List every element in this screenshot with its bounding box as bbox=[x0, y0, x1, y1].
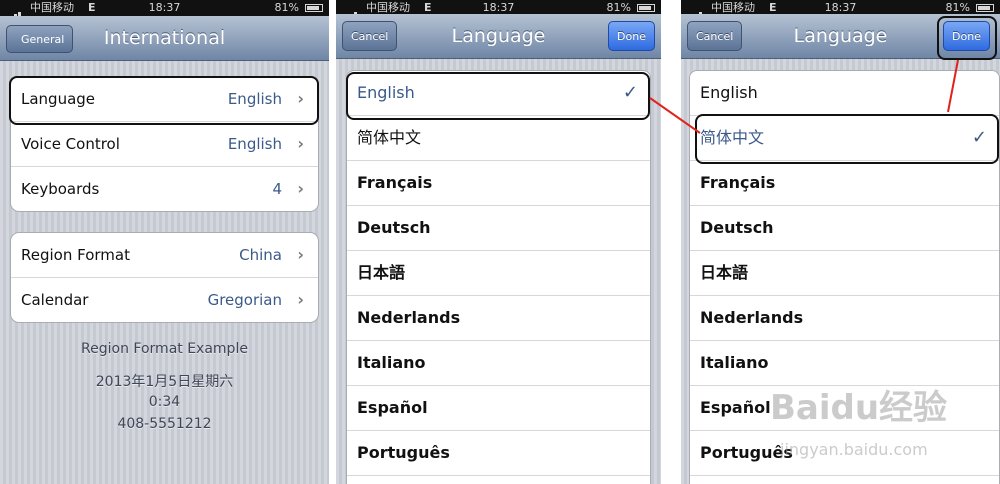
language-option-english[interactable]: English bbox=[690, 71, 999, 116]
international-screen: 中国移动 E 18:37 81% General International L… bbox=[0, 0, 329, 484]
page-title: International bbox=[103, 27, 226, 49]
annotation-highlight-box bbox=[937, 16, 997, 60]
language-label: Nederlands bbox=[700, 308, 804, 327]
language-option-japanese[interactable]: 日本語 bbox=[347, 251, 650, 296]
done-button[interactable]: Done bbox=[608, 21, 655, 51]
settings-row-region-format[interactable]: Region Format China › bbox=[11, 233, 318, 278]
language-option-french[interactable]: Français bbox=[690, 161, 999, 206]
region-example-date: 2013年1月5日星期六 bbox=[95, 374, 234, 390]
row-label: Voice Control bbox=[21, 135, 120, 153]
annotation-highlight-box bbox=[9, 76, 319, 125]
language-label: Français bbox=[357, 173, 433, 192]
annotation-highlight-box bbox=[695, 114, 999, 164]
language-option-french[interactable]: Français bbox=[347, 161, 650, 206]
row-value: 4 bbox=[272, 180, 282, 198]
language-label: Italiano bbox=[357, 353, 426, 372]
language-label: Nederlands bbox=[357, 308, 461, 327]
battery-percent: 81% bbox=[274, 1, 299, 14]
chevron-right-icon: › bbox=[297, 290, 304, 309]
annotation-highlight-box bbox=[346, 72, 650, 120]
chevron-right-icon: › bbox=[297, 179, 304, 198]
battery-icon bbox=[976, 4, 994, 12]
nav-bar: General International bbox=[0, 16, 329, 61]
settings-row-voice-control[interactable]: Voice Control English › bbox=[11, 122, 318, 167]
language-label: Português bbox=[357, 443, 450, 462]
language-label: English bbox=[700, 83, 758, 102]
chevron-right-icon: › bbox=[297, 134, 304, 153]
language-label: Deutsch bbox=[357, 218, 431, 237]
chevron-right-icon: › bbox=[297, 245, 304, 264]
battery-icon bbox=[637, 4, 655, 12]
settings-row-keyboards[interactable]: Keyboards 4 › bbox=[11, 167, 318, 211]
language-option-german[interactable]: Deutsch bbox=[690, 206, 999, 251]
language-option-german[interactable]: Deutsch bbox=[347, 206, 650, 251]
row-label: Calendar bbox=[21, 291, 89, 309]
language-label: Português bbox=[700, 443, 793, 462]
nav-bar: Cancel Language Done bbox=[336, 14, 661, 59]
watermark-url: jingyan.baidu.com bbox=[780, 440, 928, 459]
language-option-dutch[interactable]: Nederlands bbox=[347, 296, 650, 341]
region-example-heading: Region Format Example bbox=[81, 341, 248, 357]
row-label: Keyboards bbox=[21, 180, 100, 198]
status-bar: 中国移动 E 18:37 81% bbox=[0, 0, 329, 20]
row-value: Gregorian bbox=[207, 291, 282, 309]
language-label: 日本語 bbox=[700, 263, 749, 282]
language-option-dutch[interactable]: Nederlands bbox=[690, 296, 999, 341]
language-label: 日本語 bbox=[357, 263, 406, 282]
language-option-italian[interactable]: Italiano bbox=[347, 341, 650, 386]
language-option-japanese[interactable]: 日本語 bbox=[690, 251, 999, 296]
language-option-spanish[interactable]: Español bbox=[347, 386, 650, 431]
battery-icon bbox=[305, 4, 323, 12]
row-value: English bbox=[227, 135, 282, 153]
language-label: Français bbox=[700, 173, 776, 192]
language-label: Español bbox=[357, 398, 428, 417]
language-label: Deutsch bbox=[700, 218, 774, 237]
region-example-time: 0:34 bbox=[148, 394, 181, 410]
row-label: Region Format bbox=[21, 246, 130, 264]
language-option-chinese-simplified[interactable]: 简体中文 bbox=[347, 116, 650, 161]
language-label: Español bbox=[700, 398, 771, 417]
watermark-logo: Baidu经验 bbox=[770, 388, 948, 428]
language-list: English ✓ 简体中文 Français Deutsch 日本語 Nede… bbox=[346, 70, 651, 484]
language-screen-before: 中国移动 E 18:37 81% Cancel Language Done En… bbox=[336, 0, 661, 484]
language-label: Italiano bbox=[700, 353, 769, 372]
region-example-phone: 408-5551212 bbox=[117, 416, 212, 432]
row-value: China bbox=[239, 246, 282, 264]
language-option-portuguese[interactable]: Português bbox=[347, 431, 650, 476]
region-settings-group: Region Format China › Calendar Gregorian… bbox=[10, 232, 319, 323]
language-label: 简体中文 bbox=[357, 128, 422, 147]
settings-row-calendar[interactable]: Calendar Gregorian › bbox=[11, 278, 318, 322]
